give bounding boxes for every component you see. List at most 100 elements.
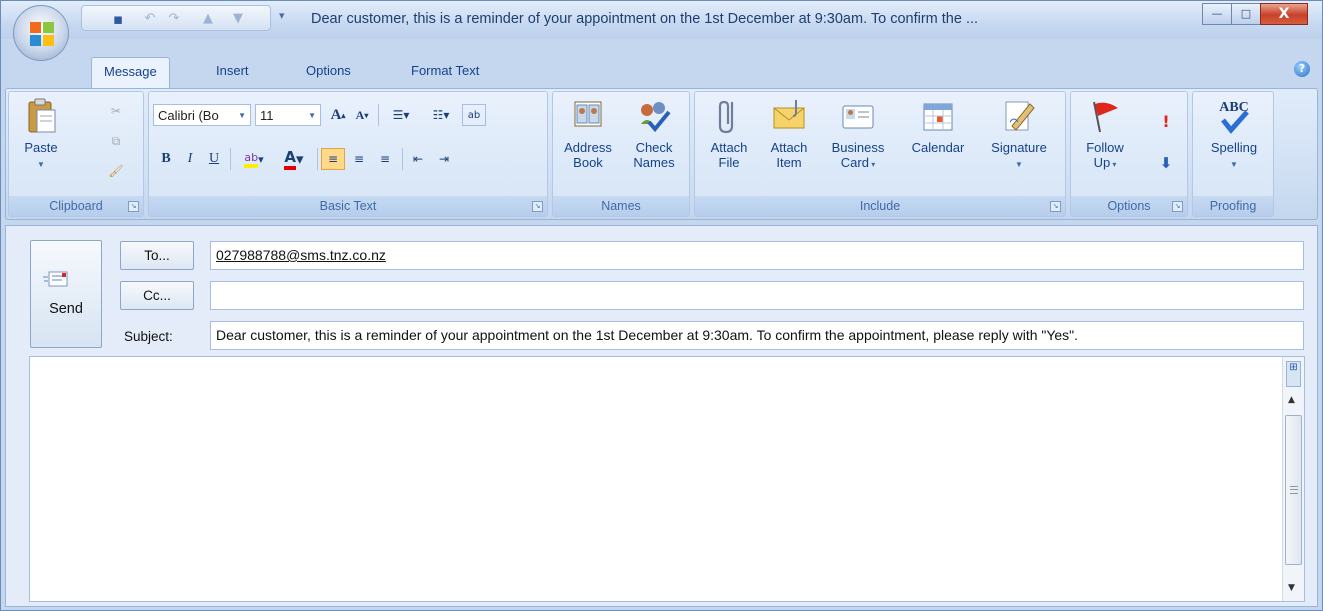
format-row: B I U ab ▾ A ▾ ≡ ≡ ≡ ⇤ ⇥: [155, 148, 458, 170]
font-name-combo[interactable]: Calibri (Bo ▼: [153, 104, 251, 126]
format-painter-icon[interactable]: 🖌: [105, 160, 127, 182]
bold-icon[interactable]: B: [155, 148, 177, 170]
increase-indent-icon[interactable]: ⇥: [432, 148, 456, 170]
office-button[interactable]: [13, 5, 69, 61]
ribbon-tabs: Message Insert Options Format Text ?: [1, 39, 1322, 89]
spelling-check-icon: ABC: [1219, 100, 1249, 134]
spelling-button[interactable]: ABC Spelling ▼: [1197, 96, 1271, 172]
business-card-label-1: Business: [831, 140, 885, 155]
attach-file-button[interactable]: Attach File: [701, 96, 757, 170]
clipboard-group-label: Clipboard: [9, 196, 143, 216]
copy-icon[interactable]: ⧉: [105, 130, 127, 152]
attach-item-label-1: Attach: [770, 140, 808, 155]
to-button[interactable]: To...: [120, 241, 194, 270]
tab-format-text[interactable]: Format Text: [399, 57, 491, 85]
maximize-button[interactable]: □: [1231, 3, 1261, 25]
scroll-down-icon[interactable]: ▼: [1288, 583, 1295, 593]
names-group-label: Names: [553, 196, 689, 216]
undo-icon[interactable]: ↶: [142, 11, 158, 27]
clear-formatting-icon[interactable]: ab: [462, 104, 486, 126]
options-launcher-icon[interactable]: ↘: [1172, 201, 1183, 212]
decrease-indent-icon[interactable]: ⇤: [406, 148, 430, 170]
send-button[interactable]: Send: [30, 240, 102, 348]
check-names-button[interactable]: Check Names: [623, 96, 685, 170]
cut-icon[interactable]: ✂: [105, 100, 127, 122]
paste-label: Paste: [24, 140, 58, 155]
font-color-icon[interactable]: A ▾: [276, 148, 312, 170]
compose-area: Send To... 027988788@sms.tnz.co.nz Cc...…: [5, 225, 1318, 607]
proofing-group-label: Proofing: [1193, 196, 1273, 216]
save-icon[interactable]: ▪: [110, 11, 126, 27]
italic-icon[interactable]: I: [179, 148, 201, 170]
quick-access-toolbar: ▪ ↶ ↷ ▲ ▼: [81, 5, 271, 31]
window-title: Dear customer, this is a reminder of you…: [311, 11, 979, 27]
subject-field[interactable]: Dear customer, this is a reminder of you…: [210, 321, 1304, 350]
send-icon: [43, 271, 68, 287]
include-group-label: Include: [695, 196, 1065, 216]
calendar-button[interactable]: Calendar: [901, 96, 975, 155]
calendar-label: Calendar: [911, 140, 965, 155]
calendar-icon: [923, 103, 953, 131]
business-card-button[interactable]: Business Card ▾: [821, 96, 895, 172]
scrollbar-thumb[interactable]: [1285, 415, 1302, 565]
align-left-icon[interactable]: ≡: [321, 148, 345, 170]
spelling-dropdown-icon[interactable]: ▼: [1230, 160, 1238, 169]
tab-message[interactable]: Message: [91, 57, 170, 88]
grow-font-icon[interactable]: A ▴: [327, 104, 349, 126]
font-size-dropdown-icon[interactable]: ▼: [308, 111, 316, 120]
business-card-label-2: Card: [840, 155, 869, 170]
to-field[interactable]: 027988788@sms.tnz.co.nz: [210, 241, 1304, 270]
highlight-color-icon[interactable]: ab ▾: [234, 148, 274, 170]
font-name-dropdown-icon[interactable]: ▼: [238, 111, 246, 120]
tab-options[interactable]: Options: [294, 57, 363, 85]
tab-insert[interactable]: Insert: [204, 57, 261, 85]
include-launcher-icon[interactable]: ↘: [1050, 201, 1061, 212]
basic-text-group-label: Basic Text: [149, 196, 547, 216]
underline-icon[interactable]: U: [203, 148, 225, 170]
follow-up-button[interactable]: Follow Up ▾: [1077, 96, 1133, 172]
attach-item-button[interactable]: Attach Item: [761, 96, 817, 170]
signature-button[interactable]: Signature ▼: [979, 96, 1059, 172]
next-item-icon[interactable]: ▼: [230, 11, 246, 27]
high-importance-icon[interactable]: !: [1155, 110, 1177, 132]
address-book-button[interactable]: Address Book: [557, 96, 619, 170]
cc-field[interactable]: [210, 281, 1304, 310]
separator: [230, 148, 231, 170]
paste-dropdown-icon[interactable]: ▼: [37, 160, 45, 169]
help-icon[interactable]: ?: [1294, 61, 1310, 77]
ribbon: Paste ▼ ✂ ⧉ 🖌 Clipboard ↘ Calibri (Bo ▼ …: [5, 88, 1318, 220]
minimize-button[interactable]: —: [1202, 3, 1232, 25]
ruler-toggle-icon[interactable]: ⊞: [1286, 361, 1301, 387]
check-names-icon: [641, 102, 671, 133]
business-card-dropdown-icon[interactable]: ▾: [869, 160, 875, 169]
shrink-font-icon[interactable]: A ▾: [351, 104, 373, 126]
follow-up-label-1: Follow: [1086, 140, 1124, 155]
paste-button[interactable]: Paste ▼: [15, 96, 67, 172]
scroll-up-icon[interactable]: ▲: [1288, 395, 1295, 405]
separator: [378, 104, 379, 126]
bullets-icon[interactable]: ☰▾: [382, 104, 420, 126]
basic-text-launcher-icon[interactable]: ↘: [532, 201, 543, 212]
align-center-icon[interactable]: ≡: [347, 148, 371, 170]
address-book-label-1: Address: [564, 140, 612, 155]
low-importance-icon[interactable]: ⬇: [1155, 152, 1177, 174]
vertical-scrollbar[interactable]: ⊞ ▲ ▼: [1282, 357, 1304, 601]
separator: [402, 148, 403, 170]
previous-item-icon[interactable]: ▲: [200, 11, 216, 27]
close-button[interactable]: X: [1260, 3, 1308, 25]
address-book-label-2: Book: [573, 155, 603, 170]
font-size-combo[interactable]: 11 ▼: [255, 104, 321, 126]
align-right-icon[interactable]: ≡: [373, 148, 397, 170]
customize-toolbar-icon[interactable]: ▾: [279, 9, 285, 22]
scrollbar-grip-icon: [1290, 486, 1298, 494]
cc-button[interactable]: Cc...: [120, 281, 194, 310]
title-bar: ▪ ↶ ↷ ▲ ▼ ▾ Dear customer, this is a rem…: [1, 1, 1322, 39]
redo-icon[interactable]: ↷: [166, 11, 182, 27]
message-body[interactable]: ⊞ ▲ ▼: [29, 356, 1305, 602]
numbering-icon[interactable]: ☷▾: [422, 104, 460, 126]
clipboard-launcher-icon[interactable]: ↘: [128, 201, 139, 212]
follow-up-dropdown-icon[interactable]: ▾: [1110, 160, 1116, 169]
follow-up-label-2: Up: [1093, 155, 1111, 170]
basic-text-group: Calibri (Bo ▼ 11 ▼ A ▴ A ▾ ☰▾ ☷▾ ab B I U: [148, 91, 548, 217]
signature-dropdown-icon[interactable]: ▼: [1015, 160, 1023, 169]
